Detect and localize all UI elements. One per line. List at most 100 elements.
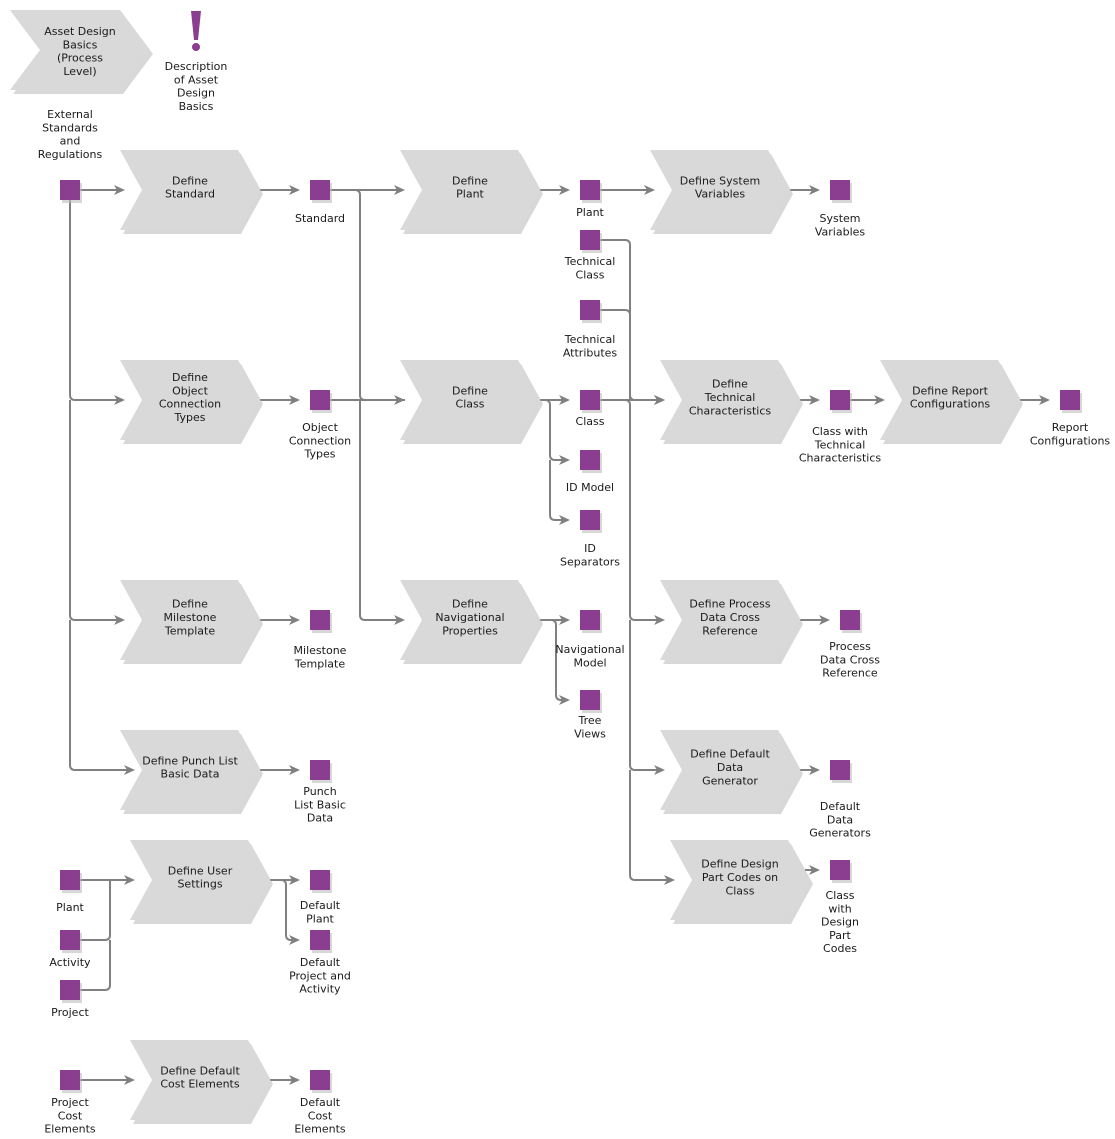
object-label: Activity xyxy=(49,956,91,969)
connection-edge xyxy=(69,620,135,775)
connection-edge xyxy=(69,200,125,405)
object-label: Object Connection Types xyxy=(289,421,351,461)
object-plant[interactable]: Plant xyxy=(576,180,605,219)
object-label: Plant xyxy=(576,206,604,219)
function-std[interactable]: Define Standard xyxy=(120,150,263,234)
function-nav[interactable]: Define Navigational Properties xyxy=(400,580,543,664)
object-label: Navigational Model xyxy=(555,643,624,669)
information-carrier-icon xyxy=(310,1070,330,1090)
connection-edge xyxy=(260,185,300,195)
connection-edge xyxy=(600,185,655,195)
object-cwtc[interactable]: Class with Technical Characteristics xyxy=(799,390,882,465)
connection-edge xyxy=(540,399,570,465)
object-sysvar[interactable]: System Variables xyxy=(815,180,866,238)
function-cost[interactable]: Define Default Cost Elements xyxy=(130,1040,273,1124)
information-carrier-icon xyxy=(60,1070,80,1090)
information-carrier-icon xyxy=(60,930,80,950)
function-label: Define Default Cost Elements xyxy=(160,1064,240,1090)
function-label: Define Standard xyxy=(165,174,215,200)
object-class[interactable]: Class xyxy=(576,390,605,428)
information-carrier-icon xyxy=(580,300,600,320)
information-carrier-icon xyxy=(580,690,600,710)
object-label: Report Configurations xyxy=(1030,421,1111,447)
connection-edge xyxy=(629,770,675,885)
connection-edge xyxy=(270,879,300,945)
connection-edge xyxy=(540,619,570,705)
object-dplant[interactable]: Default Plant xyxy=(300,870,341,925)
function-techch[interactable]: Define Technical Characteristics xyxy=(660,360,803,444)
exclamation-icon xyxy=(191,11,201,51)
function-label: Define Class xyxy=(452,384,488,410)
object-label: Project xyxy=(51,1006,89,1019)
object-label: Standard xyxy=(295,212,345,225)
information-carrier-icon xyxy=(830,180,850,200)
object-tclass[interactable]: Technical Class xyxy=(564,230,616,281)
function-label: Define Plant xyxy=(452,174,488,200)
connection-edge xyxy=(850,395,885,405)
object-label: Default Data Generators xyxy=(809,800,871,840)
connection-edge xyxy=(80,880,111,941)
object-label: Class xyxy=(576,415,605,428)
object-idsep[interactable]: ID Separators xyxy=(560,510,620,568)
function-mile[interactable]: Define Milestone Template xyxy=(120,580,263,664)
function-oct[interactable]: Define Object Connection Types xyxy=(120,360,263,444)
information-carrier-icon xyxy=(580,390,600,410)
object-label: Technical Attributes xyxy=(563,333,618,359)
function-class[interactable]: Define Class xyxy=(400,360,543,444)
object-label: Default Cost Elements xyxy=(294,1096,346,1136)
process-interface-asset-design-basics[interactable]: Asset Design Basics (Process Level) xyxy=(10,10,153,94)
information-carrier-icon xyxy=(310,390,330,410)
information-carrier-icon xyxy=(840,610,860,630)
information-carrier-icon xyxy=(830,760,850,780)
object-std[interactable]: Standard xyxy=(295,180,345,225)
connection-edge xyxy=(359,400,405,625)
object-project[interactable]: Project xyxy=(51,980,90,1019)
object-cwdpc[interactable]: Class with Design Part Codes xyxy=(821,860,859,955)
connection-edge xyxy=(260,615,300,625)
information-carrier-icon xyxy=(580,610,600,630)
connection-edge xyxy=(600,399,665,625)
function-dpc[interactable]: Define Design Part Codes on Class xyxy=(670,840,813,924)
object-ext[interactable]: External Standards and Regulations xyxy=(38,108,103,203)
function-sysvar[interactable]: Define System Variables xyxy=(650,150,793,234)
function-user[interactable]: Define User Settings xyxy=(130,840,273,924)
object-label: ID Model xyxy=(566,481,614,494)
function-punch[interactable]: Define Punch List Basic Data xyxy=(120,730,263,814)
object-dce[interactable]: Default Cost Elements xyxy=(294,1070,346,1136)
object-mile[interactable]: Milestone Template xyxy=(294,610,347,670)
function-plant[interactable]: Define Plant xyxy=(400,150,543,234)
connection-edge xyxy=(800,395,820,405)
information-carrier-icon xyxy=(310,760,330,780)
description-node[interactable]: Description of Asset Design Basics xyxy=(165,11,228,113)
object-tattr[interactable]: Technical Attributes xyxy=(563,300,618,359)
connection-edge xyxy=(260,765,300,775)
object-label: Default Project and Activity xyxy=(289,956,351,996)
description-label: Description of Asset Design Basics xyxy=(165,60,228,113)
object-label: Default Plant xyxy=(300,899,341,925)
object-idmodel[interactable]: ID Model xyxy=(566,450,614,494)
process-diagram: Asset Design Basics (Process Level) Descript… xyxy=(10,10,1111,1136)
function-pdcr[interactable]: Define Process Data Cross Reference xyxy=(660,580,803,664)
object-label: Class with Design Part Codes xyxy=(821,889,859,955)
information-carrier-icon xyxy=(580,230,600,250)
object-uplant[interactable]: Plant xyxy=(56,870,85,914)
function-ddg[interactable]: Define Default Data Generator xyxy=(660,730,803,814)
information-carrier-icon xyxy=(580,510,600,530)
object-tree[interactable]: Tree Views xyxy=(574,690,606,740)
connection-edge xyxy=(80,875,135,885)
connection-edge xyxy=(629,620,665,775)
information-carrier-icon xyxy=(310,870,330,890)
connection-edge xyxy=(1020,395,1050,405)
connection-edge xyxy=(800,765,820,775)
object-label: Plant xyxy=(56,901,84,914)
object-punch[interactable]: Punch List Basic Data xyxy=(294,760,346,825)
object-activity[interactable]: Activity xyxy=(49,930,91,969)
connection-edge xyxy=(805,865,820,875)
connection-edge xyxy=(540,185,570,195)
information-carrier-icon xyxy=(1060,390,1080,410)
connection-edge xyxy=(260,395,300,405)
object-label: ID Separators xyxy=(560,542,620,568)
function-report[interactable]: Define Report Configurations xyxy=(880,360,1023,444)
object-ddg[interactable]: Default Data Generators xyxy=(809,760,871,840)
object-pdcr[interactable]: Process Data Cross Reference xyxy=(820,610,880,680)
